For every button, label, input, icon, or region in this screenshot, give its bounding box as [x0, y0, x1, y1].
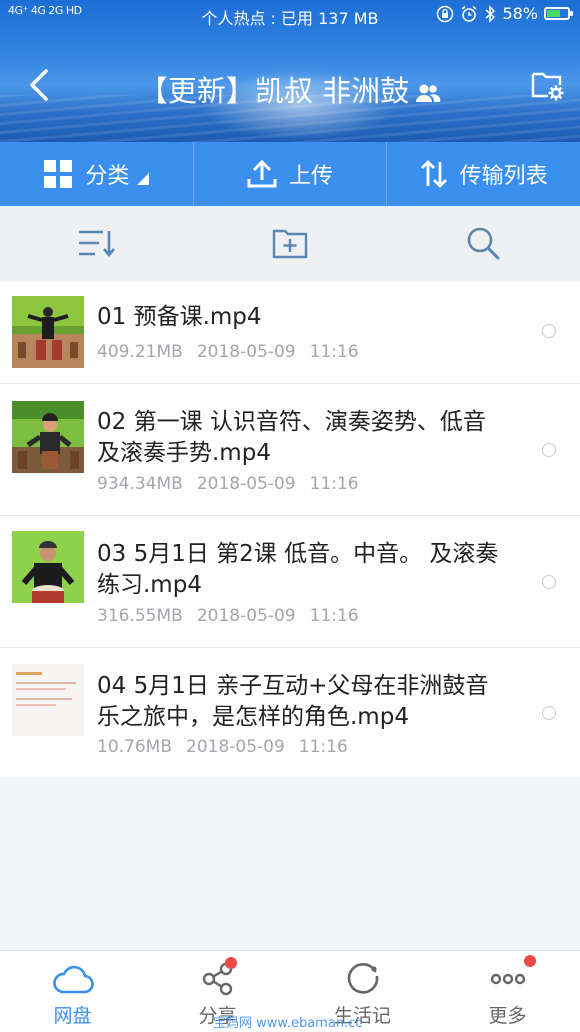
- file-time: 11:16: [309, 342, 359, 362]
- file-meta: 316.55MB 2018-05-09 11:16: [97, 606, 359, 626]
- nav-label: 更多: [488, 1005, 527, 1027]
- grid-icon: [44, 160, 73, 188]
- alarm-icon: [461, 5, 477, 22]
- file-list: 01 预备课.mp4 409.21MB 2018-05-09 11:16 02 第一…: [0, 282, 580, 777]
- file-size: 316.55MB: [97, 606, 183, 626]
- file-size: 409.21MB: [97, 342, 183, 362]
- folder-toolbar: 分类 上传 传输列表: [0, 142, 580, 206]
- cloud-icon: [52, 965, 94, 994]
- select-radio[interactable]: [542, 324, 556, 338]
- upload-button[interactable]: 上传: [192, 142, 387, 206]
- select-radio[interactable]: [542, 706, 556, 720]
- file-time: 11:16: [309, 606, 359, 626]
- dropdown-caret-icon: [137, 173, 150, 185]
- file-row[interactable]: 04 5月1日 亲子互动+父母在非洲鼓音乐之旅中，是怎样的角色.mp4 10.7…: [0, 648, 580, 777]
- battery-level: [547, 10, 560, 17]
- file-size: 934.34MB: [97, 474, 183, 494]
- lock-rotation-icon: [437, 5, 454, 22]
- file-name: 03 5月1日 第2课 低音。中音。 及滚奏练习.mp4: [97, 541, 499, 598]
- back-button[interactable]: [20, 65, 60, 105]
- more-icon: [490, 973, 525, 985]
- video-thumbnail: [12, 296, 84, 368]
- video-thumbnail: [12, 401, 84, 473]
- search-icon: [468, 227, 500, 260]
- select-radio[interactable]: [542, 575, 556, 589]
- file-meta: 934.34MB 2018-05-09 11:16: [97, 474, 359, 494]
- file-meta: 409.21MB 2018-05-09 11:16: [97, 342, 359, 362]
- upload-icon: [247, 159, 277, 188]
- folder-title-text: 【更新】凯叔 非洲鼓: [138, 74, 410, 108]
- file-date: 2018-05-09: [196, 342, 296, 362]
- file-size: 10.76MB: [97, 737, 172, 757]
- notification-badge: [225, 957, 237, 969]
- battery-icon: [544, 7, 573, 20]
- upload-label: 上传: [289, 164, 334, 189]
- nav-item-more[interactable]: 更多: [435, 951, 580, 1032]
- file-name: 02 第一课 认识音符、演奏姿势、低音及滚奏手势.mp4: [97, 409, 486, 466]
- file-date: 2018-05-09: [196, 474, 296, 494]
- folder-settings-button[interactable]: [530, 67, 566, 103]
- select-radio[interactable]: [542, 443, 556, 457]
- notification-badge: [524, 955, 536, 967]
- people-icon: [416, 84, 441, 102]
- search-button[interactable]: [387, 225, 580, 261]
- file-row[interactable]: 02 第一课 认识音符、演奏姿势、低音及滚奏手势.mp4 934.34MB 201…: [0, 384, 580, 516]
- file-time: 11:16: [298, 737, 348, 757]
- bluetooth-icon: [485, 4, 496, 23]
- file-row[interactable]: 01 预备课.mp4 409.21MB 2018-05-09 11:16: [0, 282, 580, 384]
- system-status-icons: 58%: [436, 4, 573, 23]
- sort-button[interactable]: [0, 227, 193, 259]
- sort-icon: [78, 230, 115, 258]
- file-row[interactable]: 03 5月1日 第2课 低音。中音。 及滚奏练习.mp4 316.55MB 201…: [0, 516, 580, 648]
- video-thumbnail: [12, 531, 84, 603]
- life-icon: [347, 963, 378, 994]
- folder-settings-icon: [531, 72, 564, 101]
- file-name: 01 预备课.mp4: [97, 304, 262, 330]
- action-row: [0, 206, 580, 280]
- transfer-list-label: 传输列表: [459, 164, 548, 189]
- file-time: 11:16: [309, 474, 359, 494]
- category-button[interactable]: 分类: [0, 142, 193, 206]
- new-folder-button[interactable]: [193, 227, 386, 259]
- nav-label: 网盘: [53, 1005, 92, 1027]
- status-bar: 4G⁺ 4G 2G HD 个人热点 : 已用 137 MB 58%: [0, 0, 580, 30]
- transfer-list-button[interactable]: 传输列表: [386, 142, 580, 206]
- video-thumbnail: [12, 664, 84, 736]
- file-date: 2018-05-09: [186, 737, 285, 757]
- transfer-icon: [420, 160, 447, 188]
- file-date: 2018-05-09: [196, 606, 296, 626]
- file-name: 04 5月1日 亲子互动+父母在非洲鼓音乐之旅中，是怎样的角色.mp4: [97, 673, 489, 730]
- file-meta: 10.76MB 2018-05-09 11:16: [97, 737, 348, 757]
- nav-item-netdisk[interactable]: 网盘: [0, 951, 145, 1032]
- chevron-left-icon: [30, 69, 48, 101]
- page-title: 【更新】凯叔 非洲鼓: [120, 68, 460, 110]
- battery-percent: 58%: [502, 4, 538, 23]
- watermark-text: 宝妈网 www.ebaman.cc: [213, 1016, 363, 1031]
- category-label: 分类: [85, 164, 130, 189]
- title-bar: 【更新】凯叔 非洲鼓: [0, 50, 580, 120]
- new-folder-icon: [272, 229, 308, 259]
